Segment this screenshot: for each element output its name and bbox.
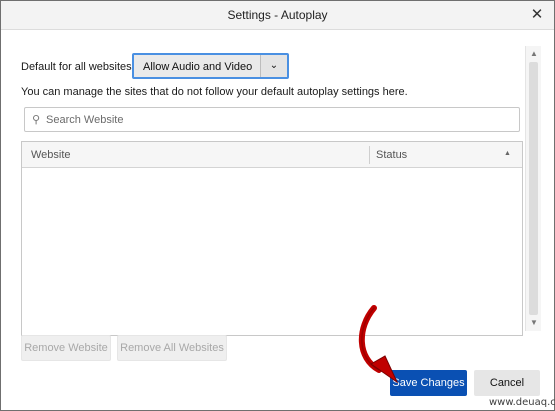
column-header-status[interactable]: Status <box>376 149 407 161</box>
sort-ascending-icon: ▲ <box>504 150 511 157</box>
title-bar: Settings - Autoplay ✕ <box>1 1 554 30</box>
annotation-arrow-icon <box>358 305 399 384</box>
column-header-website[interactable]: Website <box>31 149 71 161</box>
watermark: www.deuaq.com <box>489 397 555 408</box>
select-value: Allow Audio and Video <box>143 61 253 73</box>
dialog-title: Settings - Autoplay <box>227 8 328 22</box>
search-icon: ⚲ <box>32 114 41 126</box>
remove-website-button[interactable]: Remove Website <box>21 335 111 361</box>
default-setting-label: Default for all websites: <box>21 61 135 73</box>
table-header: Website Status ▲ <box>22 142 522 168</box>
scroll-down-icon[interactable]: ▼ <box>526 315 542 331</box>
scroll-up-icon[interactable]: ▲ <box>526 46 542 62</box>
remove-all-websites-button[interactable]: Remove All Websites <box>117 335 227 361</box>
column-divider <box>369 146 370 164</box>
manage-description: You can manage the sites that do not fol… <box>21 86 408 98</box>
chevron-down-icon[interactable]: ⌄ <box>260 55 287 77</box>
vertical-scrollbar[interactable]: ▲ ▼ <box>525 46 541 331</box>
cancel-button[interactable]: Cancel <box>474 370 540 396</box>
close-icon[interactable]: ✕ <box>526 4 548 26</box>
sites-table: Website Status ▲ <box>21 141 523 336</box>
settings-dialog: Settings - Autoplay ✕ ▲ ▼ Default for al… <box>0 0 555 411</box>
search-placeholder: Search Website <box>46 114 124 126</box>
autoplay-default-select[interactable]: Allow Audio and Video ⌄ <box>132 53 289 79</box>
scroll-thumb[interactable] <box>529 62 538 315</box>
search-input[interactable]: ⚲ Search Website <box>24 107 520 132</box>
